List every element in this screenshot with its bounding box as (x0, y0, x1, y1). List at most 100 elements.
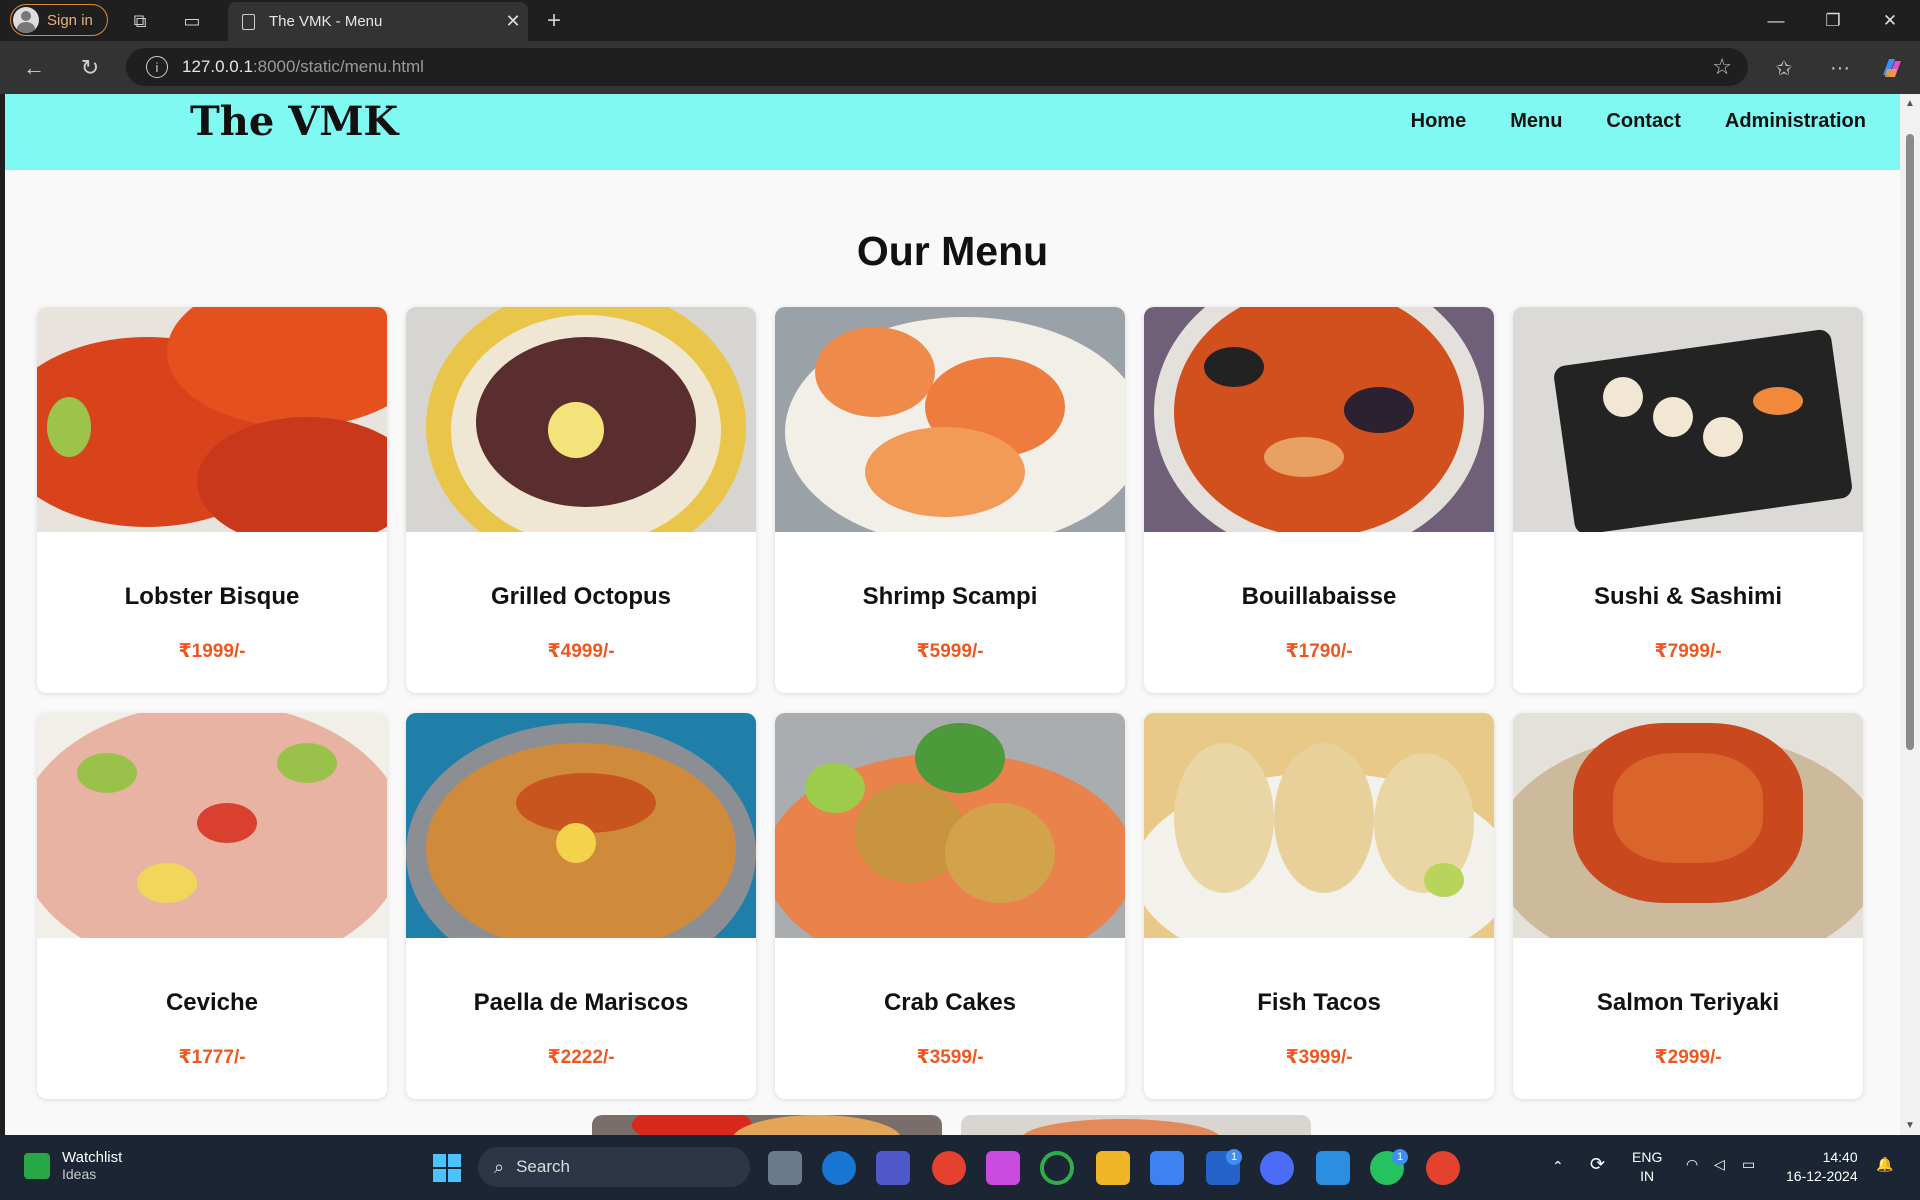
vscode-icon[interactable] (1316, 1151, 1350, 1185)
ceviche-image (37, 713, 387, 938)
url-path: :8000/static/menu.html (252, 57, 424, 76)
tab-actions-icon[interactable]: ▭ (180, 10, 204, 32)
close-window-icon[interactable]: ✕ (1862, 0, 1918, 41)
workspaces-icon[interactable]: ⧉ (128, 10, 152, 32)
menu-card[interactable]: Ceviche ₹1777/- (37, 713, 387, 1099)
item-price: ₹2999/- (1654, 1047, 1722, 1068)
sync-tray-icon[interactable]: ⟳ (1590, 1155, 1605, 1174)
item-name: Sushi & Sashimi (1593, 583, 1783, 610)
close-tab-icon[interactable]: ✕ (498, 11, 528, 32)
fish-tacos-image (1144, 713, 1494, 938)
site-header: The VMK Home Menu Contact Administration (5, 94, 1900, 170)
item-price: ₹3999/- (1285, 1047, 1353, 1068)
copilot-icon[interactable] (1878, 54, 1906, 82)
partial-menu-card[interactable] (961, 1115, 1311, 1135)
more-options-icon[interactable]: ··· (1826, 55, 1854, 81)
partial-menu-card[interactable] (592, 1115, 942, 1135)
refresh-icon[interactable]: ↻ (76, 55, 104, 81)
item-name: Paella de Mariscos (473, 989, 689, 1016)
menu-card[interactable]: Salmon Teriyaki ₹2999/- (1513, 713, 1863, 1099)
menu-card[interactable]: Bouillabaisse ₹1790/- (1144, 307, 1494, 693)
language-indicator[interactable]: ENG IN (1632, 1148, 1662, 1186)
item-price: ₹7999/- (1654, 641, 1722, 662)
item-price: ₹2222/- (547, 1047, 615, 1068)
scrollbar-thumb[interactable] (1906, 134, 1914, 750)
menu-card[interactable]: Crab Cakes ₹3599/- (775, 713, 1125, 1099)
item-name: Ceviche (165, 989, 259, 1016)
sign-in-label: Sign in (47, 11, 93, 29)
l-app-badge: 1 (1226, 1149, 1242, 1165)
brand-logo[interactable]: The VMK (190, 98, 398, 145)
file-explorer-icon[interactable] (1096, 1151, 1130, 1185)
active-tab[interactable]: The VMK - Menu ✕ (228, 2, 528, 41)
site-info-icon[interactable]: i (146, 56, 168, 78)
clock[interactable]: 14:40 16-12-2024 (1786, 1148, 1858, 1186)
chrome-icon[interactable] (932, 1151, 966, 1185)
favorite-star-icon[interactable]: ☆ (1712, 54, 1732, 80)
whatsapp-badge: 1 (1392, 1149, 1408, 1165)
widget-title: Watchlist (62, 1149, 123, 1166)
store-icon[interactable] (1150, 1151, 1184, 1185)
bouillabaisse-image (1144, 307, 1494, 532)
page-title: Our Menu (856, 228, 1049, 274)
sync-app-icon[interactable] (1040, 1151, 1074, 1185)
item-name: Shrimp Scampi (862, 583, 1038, 610)
chrome-profile-icon[interactable] (1426, 1151, 1460, 1185)
menu-card[interactable]: Lobster Bisque ₹1999/- (37, 307, 387, 693)
taskbar-search[interactable]: ⌕ Search (478, 1147, 750, 1187)
teams-icon[interactable] (876, 1151, 910, 1185)
restore-icon[interactable]: ❐ (1805, 0, 1861, 41)
clock-date: 16-12-2024 (1786, 1168, 1858, 1184)
url-host: 127.0.0.1 (182, 57, 253, 76)
profile-avatar-icon (13, 7, 39, 33)
nav-administration[interactable]: Administration (1725, 110, 1866, 133)
paella-image (406, 713, 756, 938)
copilot-app-icon[interactable] (986, 1151, 1020, 1185)
menu-card[interactable]: Grilled Octopus ₹4999/- (406, 307, 756, 693)
notification-bell-icon[interactable]: 🔔 (1876, 1155, 1893, 1174)
lang-top: ENG (1632, 1149, 1663, 1165)
battery-icon[interactable]: ▭ (1742, 1155, 1755, 1174)
volume-icon[interactable]: ◁ (1714, 1155, 1725, 1174)
item-name: Lobster Bisque (124, 583, 300, 610)
url-input[interactable]: i 127.0.0.1:8000/static/menu.html ☆ (126, 48, 1748, 86)
nav-contact[interactable]: Contact (1606, 110, 1680, 133)
grilled-octopus-image (406, 307, 756, 532)
menu-card[interactable]: Shrimp Scampi ₹5999/- (775, 307, 1125, 693)
task-view-icon[interactable] (768, 1151, 802, 1185)
start-icon[interactable] (430, 1151, 464, 1185)
favorites-icon[interactable]: ✩ (1770, 55, 1798, 81)
menu-card[interactable]: Paella de Mariscos ₹2222/- (406, 713, 756, 1099)
shrimp-scampi-image (775, 307, 1125, 532)
item-name: Crab Cakes (883, 989, 1017, 1016)
stocks-icon (24, 1152, 50, 1179)
main-nav: Home Menu Contact Administration (1411, 110, 1866, 133)
wifi-icon[interactable]: ◠ (1686, 1155, 1698, 1174)
menu-card[interactable]: Fish Tacos ₹3999/- (1144, 713, 1494, 1099)
menu-card[interactable]: Sushi & Sashimi ₹7999/- (1513, 307, 1863, 693)
lobster-bisque-image (37, 307, 387, 532)
scroll-down-icon[interactable]: ▼ (1905, 1120, 1915, 1131)
scroll-up-icon[interactable]: ▲ (1905, 98, 1915, 109)
minimize-icon[interactable]: — (1748, 0, 1804, 41)
sign-in-button[interactable]: Sign in (10, 4, 108, 36)
item-price: ₹1999/- (178, 641, 246, 662)
salmon-teriyaki-image (1513, 713, 1863, 938)
new-tab-icon[interactable]: + (540, 7, 568, 34)
a-app-icon[interactable] (1260, 1151, 1294, 1185)
nav-home[interactable]: Home (1411, 110, 1467, 133)
show-hidden-icons-icon[interactable]: ⌃ (1552, 1157, 1564, 1176)
watchlist-widget[interactable]: Watchlist Ideas (24, 1149, 122, 1182)
crab-cakes-image (775, 713, 1125, 938)
tab-title: The VMK - Menu (269, 13, 383, 30)
back-arrow-icon[interactable]: ← (20, 55, 48, 81)
page-scrollbar[interactable]: ▲ ▼ (1900, 94, 1920, 1135)
item-price: ₹3599/- (916, 1047, 984, 1068)
edge-icon[interactable] (822, 1151, 856, 1185)
item-name: Fish Tacos (1257, 989, 1381, 1016)
sushi-sashimi-image (1513, 307, 1863, 532)
lang-bottom: IN (1640, 1168, 1655, 1184)
nav-menu[interactable]: Menu (1510, 110, 1562, 133)
taskbar: Watchlist Ideas ⌕ Search 1 1 ⌃ ⟳ ENG IN … (0, 1135, 1920, 1200)
item-price: ₹5999/- (916, 641, 984, 662)
